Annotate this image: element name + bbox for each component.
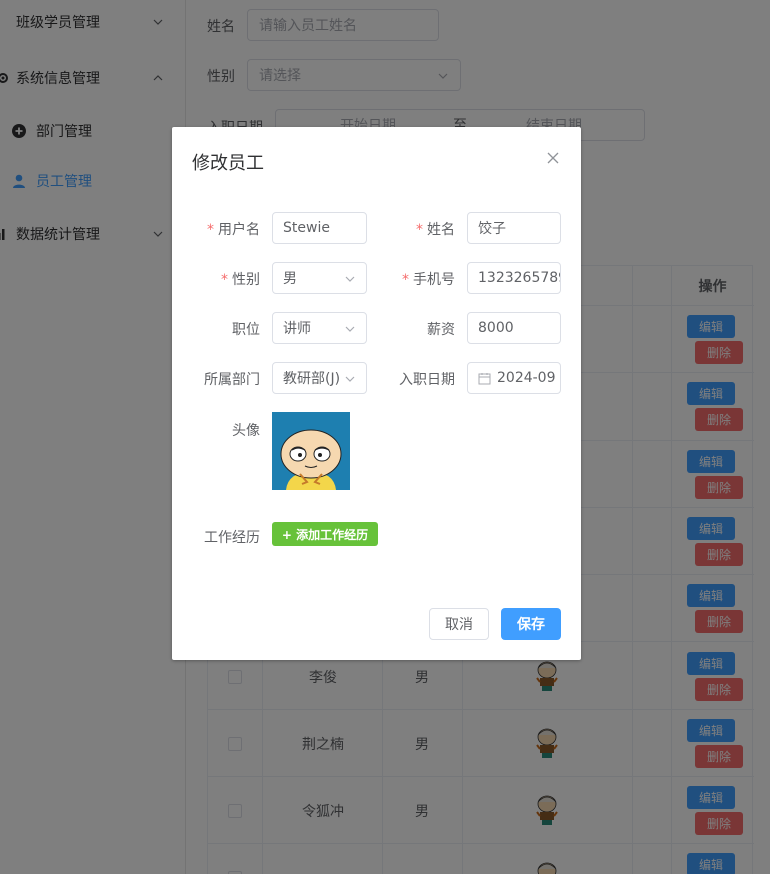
chevron-down-icon [345,326,355,332]
required-mark: * [207,222,214,238]
gender-label-text: 性别 [232,272,260,288]
hire-date-value: 2024-09 [497,370,556,386]
avatar-upload[interactable] [272,412,350,490]
work-experience-label: 工作经历 [204,530,260,546]
hire-date-picker[interactable]: 2024-09 [467,362,561,394]
required-mark: * [221,272,228,288]
save-button[interactable]: 保存 [501,608,561,640]
edit-employee-dialog: 修改员工 * 用户名 Stewie * 姓名 饺子 * 性别 男 * 手机号 13232… [172,127,581,660]
position-select[interactable]: 讲师 [272,312,367,344]
phone-field[interactable]: 13232657890 [467,262,561,294]
username-field[interactable]: Stewie [272,212,367,244]
chevron-down-icon [345,376,355,382]
add-work-experience-button[interactable]: + 添加工作经历 [272,522,378,546]
position-value: 讲师 [283,321,311,337]
name-label-text: 姓名 [427,222,455,238]
username-label-text: 用户名 [218,222,260,238]
phone-value: 13232657890 [478,270,560,286]
salary-field[interactable]: 8000 [467,312,561,344]
department-label: 所属部门 [204,372,260,388]
phone-label: * 手机号 [382,269,455,289]
name-label: * 姓名 [382,219,455,239]
close-icon[interactable] [546,151,560,165]
salary-label: 薪资 [427,322,455,338]
department-value: 教研部(J) [283,371,341,387]
hire-date-label: 入职日期 [399,372,455,388]
name-value: 饺子 [478,221,506,237]
phone-label-text: 手机号 [413,272,455,288]
gender-label: * 性别 [182,269,260,289]
username-label: * 用户名 [182,219,260,239]
position-label: 职位 [232,322,260,338]
gender-select[interactable]: 男 [272,262,367,294]
calendar-icon [478,372,491,384]
salary-value: 8000 [478,320,514,336]
department-select[interactable]: 教研部(J) [272,362,367,394]
name-field[interactable]: 饺子 [467,212,561,244]
cancel-button[interactable]: 取消 [429,608,489,640]
required-mark: * [416,222,423,238]
avatar-image [272,412,350,490]
username-value: Stewie [283,220,330,236]
dialog-title: 修改员工 [192,153,264,174]
gender-value: 男 [283,271,297,287]
required-mark: * [402,272,409,288]
avatar-label: 头像 [232,423,260,439]
chevron-down-icon [345,276,355,282]
